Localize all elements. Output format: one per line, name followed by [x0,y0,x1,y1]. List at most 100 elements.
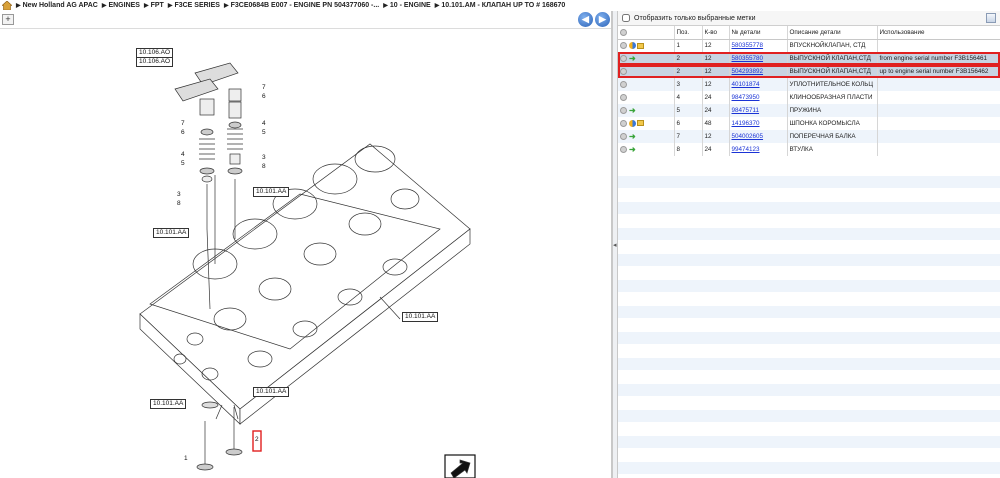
part-number-label[interactable]: 3 [262,154,266,161]
table-row[interactable]: ➜ 7 12 504002605 ПОПЕРЕЧНАЯ БАЛКА [618,130,1000,143]
row-icons[interactable] [618,78,675,91]
row-icons[interactable] [618,39,675,52]
part-number-label[interactable]: 8 [262,163,266,170]
row-part-number[interactable]: 99474123 [729,143,788,156]
info-pie-icon[interactable] [629,119,636,127]
select-circle-icon[interactable] [620,42,627,50]
empty-row [618,306,1000,319]
part-number-label[interactable]: 1 [184,455,188,462]
part-number-label[interactable]: 4 [262,120,266,127]
header-qty[interactable]: К-во [702,26,730,40]
header-usage[interactable]: Использование [877,26,1000,40]
callout-label[interactable]: 10.101.AA [150,399,187,409]
part-number-label[interactable]: 3 [177,191,181,198]
part-number-label[interactable]: 6 [181,129,185,136]
part-number-label[interactable]: 8 [177,200,181,207]
breadcrumb-item[interactable]: 10 - ENGINE [390,2,431,9]
package-icon[interactable] [637,120,644,127]
row-part-number[interactable]: 40101874 [729,78,788,91]
part-number-label[interactable]: 5 [181,160,185,167]
row-part-number[interactable]: 580355778 [729,39,788,52]
callout-label[interactable]: 10.101.AA [153,228,190,238]
row-part-number[interactable]: 98475711 [729,104,788,117]
row-part-number[interactable]: 504293892 [729,65,788,78]
part-number-label[interactable]: 7 [262,84,266,91]
select-circle-icon[interactable] [620,80,627,88]
table-row[interactable]: 2 12 504293892 ВЫПУСКНОЙ КЛАПАН,СТД up to en… [618,65,1000,78]
header-select[interactable] [618,26,675,40]
expand-button[interactable]: + [2,14,14,25]
row-usage [877,39,1000,52]
row-qty: 12 [702,39,730,52]
select-circle-icon[interactable] [620,55,627,62]
empty-row [618,436,1000,449]
select-circle-icon[interactable] [620,93,627,101]
part-number-label[interactable]: 2 [255,436,259,443]
callout-label[interactable]: 10.101.AA [402,312,439,322]
filter-options-icon[interactable] [986,13,996,23]
show-selected-checkbox[interactable] [622,14,630,22]
part-number-label[interactable]: 7 [181,120,185,127]
header-pos[interactable]: Поз. [674,26,703,40]
header-description[interactable]: Описание детали [787,26,878,40]
info-pie-icon[interactable] [629,42,636,50]
breadcrumb-item[interactable]: FPT [151,2,164,9]
row-pos: 8 [674,143,703,156]
empty-row [618,345,1000,358]
select-circle-icon[interactable] [620,146,627,153]
table-row[interactable]: ➜ 8 24 99474123 ВТУЛКА [618,143,1000,156]
table-row[interactable]: 6 48 14196370 ШПОНКА КОРОМЫСЛА [618,117,1000,130]
row-icons[interactable]: ➜ [618,143,675,156]
empty-row [618,423,1000,436]
row-icons[interactable] [618,91,675,104]
row-usage [877,91,1000,104]
breadcrumb-item[interactable]: F3CE SERIES [174,2,220,9]
select-circle-icon[interactable] [620,107,627,114]
select-all-icon[interactable] [620,28,627,36]
part-number-label[interactable]: 6 [262,93,266,100]
row-icons[interactable]: ➜ [618,52,675,65]
table-row[interactable]: ➜ 5 24 98475711 ПРУЖИНА [618,104,1000,117]
breadcrumb-item[interactable]: F3CE0684B E007 - ENGINE PN 504377060 -..… [231,2,380,9]
row-part-number[interactable]: 98473950 [729,91,788,104]
breadcrumb-item[interactable]: New Holland AG APAC [23,2,98,9]
callout-label[interactable]: 10.101.AA [253,387,290,397]
package-icon[interactable] [637,42,644,49]
table-row[interactable]: 3 12 40101874 УПЛОТНИТЕЛЬНОЕ КОЛЬЦ [618,78,1000,91]
nav-back-button[interactable]: ◀ [578,12,593,27]
home-icon[interactable] [2,1,12,10]
row-icons[interactable] [618,117,675,130]
row-qty: 24 [702,143,730,156]
table-row[interactable]: ➜ 2 12 580355780 ВЫПУСКНОЙ КЛАПАН,СТД from en… [618,52,1000,65]
row-part-number[interactable]: 580355780 [729,52,788,65]
callout-label[interactable]: 10.101.AA [253,187,290,197]
table-row[interactable]: 4 24 98473950 КЛИНООБРАЗНАЯ ПЛАСТИ [618,91,1000,104]
go-arrow-icon[interactable]: ➜ [629,54,636,63]
row-description: ПОПЕРЕЧНАЯ БАЛКА [787,130,878,143]
breadcrumb-item[interactable]: ENGINES [108,2,140,9]
nav-forward-button[interactable]: ▶ [595,12,610,27]
go-arrow-icon[interactable]: ➜ [629,106,636,115]
callout-label[interactable]: 10.106.AO [136,57,174,67]
row-part-number[interactable]: 14196370 [729,117,788,130]
row-icons[interactable] [618,65,675,78]
header-part-number[interactable]: № детали [729,26,788,40]
select-circle-icon[interactable] [620,119,627,127]
row-pos: 4 [674,91,703,104]
collapse-icon[interactable]: ◂ [613,241,617,251]
empty-row [618,176,1000,189]
row-icons[interactable]: ➜ [618,104,675,117]
go-arrow-icon[interactable]: ➜ [629,132,636,141]
table-row[interactable]: 1 12 580355778 ВПУСКНОЙКЛАПАН, СТД [618,39,1000,52]
empty-row [618,189,1000,202]
part-number-label[interactable]: 4 [181,151,185,158]
go-arrow-icon[interactable]: ➜ [629,145,636,154]
select-circle-icon[interactable] [620,67,627,75]
select-circle-icon[interactable] [620,133,627,140]
row-pos: 1 [674,39,703,52]
row-icons[interactable]: ➜ [618,130,675,143]
filter-bar: Отобразить только выбранные метки [618,11,1000,26]
row-description: ВТУЛКА [787,143,878,156]
row-part-number[interactable]: 504002605 [729,130,788,143]
part-number-label[interactable]: 5 [262,129,266,136]
